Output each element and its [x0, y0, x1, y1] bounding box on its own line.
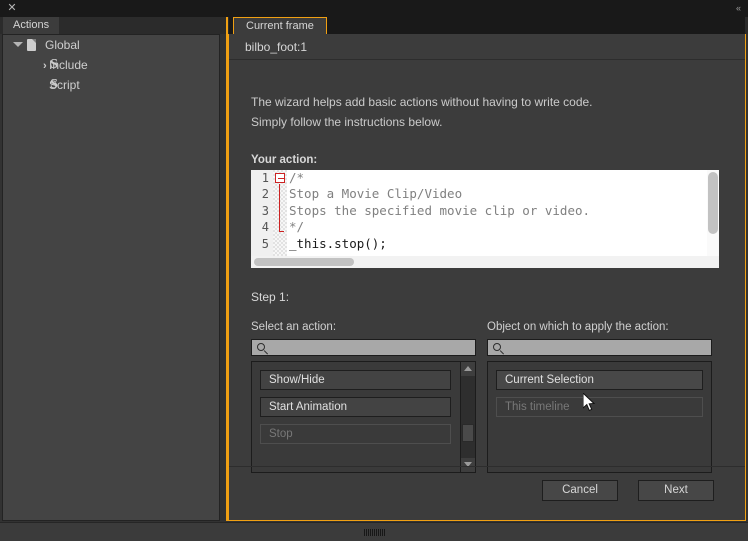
scrollbar-thumb[interactable]: [462, 424, 474, 442]
editor-fold-column: [273, 170, 287, 268]
window-title-strip: ✕ «: [0, 0, 748, 17]
intro-line-1: The wizard helps add basic actions witho…: [251, 95, 593, 109]
search-icon: [257, 343, 265, 351]
list-item: This timeline: [496, 397, 703, 417]
tree-item-label: Global: [45, 38, 80, 52]
document-tab-strip: Current frame: [229, 17, 745, 34]
object-label: Object on which to apply the action:: [487, 321, 669, 333]
scroll-up-arrow-icon[interactable]: [461, 362, 475, 376]
list-item: Stop: [260, 424, 451, 444]
script-tree-panel: Global S Include S Script: [2, 34, 220, 521]
code-line: Stops the specified movie clip or video.: [289, 202, 591, 218]
editor-gutter: 1 2 3 4 5: [251, 170, 273, 268]
line-number: 2: [261, 187, 269, 202]
action-list[interactable]: Show/Hide Start Animation Stop: [251, 361, 476, 473]
editor-code-area[interactable]: /* Stop a Movie Clip/Video Stops the speci…: [289, 170, 719, 268]
list-item[interactable]: Current Selection: [496, 370, 703, 390]
code-editor[interactable]: 1 2 3 4 5 /* Stop a Movie Clip/Video Stops…: [251, 170, 719, 268]
wizard-intro: The wizard helps add basic actions witho…: [251, 92, 721, 132]
code-line: /*: [289, 170, 305, 185]
status-bar: [0, 522, 748, 541]
close-icon[interactable]: ✕: [6, 2, 18, 14]
intro-line-2: Simply follow the instructions below.: [251, 115, 443, 129]
line-number: 1: [261, 171, 269, 185]
frame-label: bilbo_foot:1: [229, 34, 745, 60]
next-button[interactable]: Next: [638, 480, 714, 501]
fold-range-line: [279, 184, 284, 232]
tab-actions[interactable]: Actions: [3, 17, 60, 34]
tree-item-script[interactable]: S Script: [3, 75, 219, 95]
select-action-label: Select an action:: [251, 321, 337, 333]
tree-item-include[interactable]: S Include: [3, 55, 219, 75]
editor-vertical-scrollbar[interactable]: [707, 170, 719, 256]
line-number: 5: [261, 236, 269, 251]
search-icon: [493, 343, 501, 351]
actions-panel-window: ✕ « Actions Global S Include S Script Cu…: [0, 0, 748, 541]
scroll-down-arrow-icon[interactable]: [461, 458, 475, 472]
code-line: _this.stop();: [289, 235, 387, 251]
action-list-scrollbar[interactable]: [460, 362, 475, 472]
include-script-icon: S: [43, 57, 61, 74]
scrollbar-thumb[interactable]: [708, 172, 718, 234]
action-search-input[interactable]: [270, 340, 473, 355]
code-line: */: [289, 219, 305, 235]
object-search-input[interactable]: [506, 340, 709, 355]
collapse-arrows-icon[interactable]: «: [736, 3, 741, 13]
tree-item-global[interactable]: Global: [3, 35, 219, 55]
list-item[interactable]: Show/Hide: [260, 370, 451, 390]
object-search-box[interactable]: [487, 339, 712, 356]
footer-divider: [229, 466, 745, 467]
editor-horizontal-scrollbar[interactable]: [251, 256, 719, 268]
tab-current-frame[interactable]: Current frame: [233, 17, 327, 34]
resize-grip-icon[interactable]: [364, 529, 386, 536]
step-label: Step 1:: [251, 290, 290, 304]
scrollbar-thumb[interactable]: [254, 258, 354, 266]
object-list[interactable]: Current Selection This timeline: [487, 361, 712, 473]
script-icon: S: [50, 77, 58, 92]
document-icon: [27, 39, 36, 51]
your-action-label: Your action:: [251, 154, 318, 166]
line-number: 3: [261, 203, 269, 218]
list-item[interactable]: Start Animation: [260, 397, 451, 417]
wizard-panel: Current frame bilbo_foot:1 The wizard he…: [228, 17, 746, 521]
action-search-box[interactable]: [251, 339, 476, 356]
line-number: 4: [261, 220, 269, 235]
collapse-fold-icon[interactable]: [275, 173, 285, 183]
chevron-down-icon[interactable]: [13, 42, 23, 47]
cancel-button[interactable]: Cancel: [542, 480, 618, 501]
code-line: Stop a Movie Clip/Video: [289, 186, 463, 202]
